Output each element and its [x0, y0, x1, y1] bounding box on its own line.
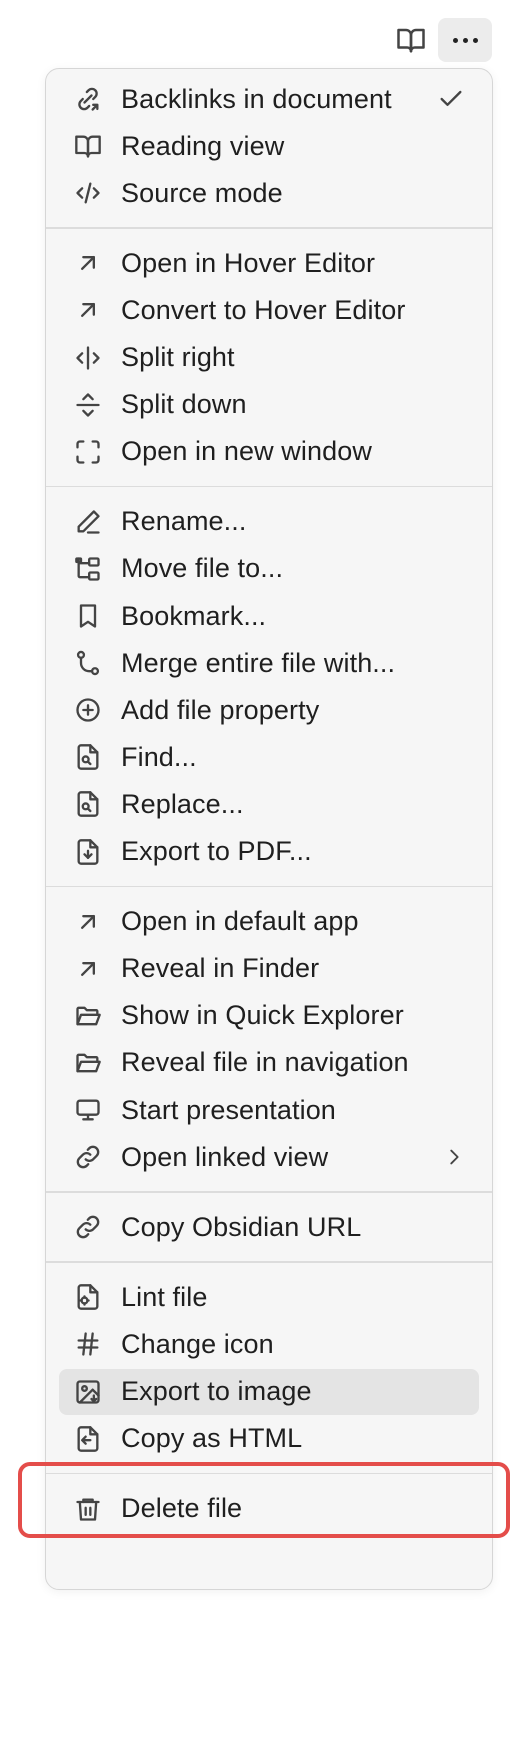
book-open-icon [397, 28, 425, 53]
menu-item-label: Open in new window [121, 436, 372, 467]
file-download-icon [73, 837, 103, 867]
menu-item-label: Reveal in Finder [121, 953, 320, 984]
image-download-icon [73, 1377, 103, 1407]
check-icon [437, 85, 465, 113]
folder-open-icon [73, 1001, 103, 1031]
menu-item-open-in-new-window[interactable]: Open in new window [59, 429, 479, 475]
menu-item-rename[interactable]: Rename... [59, 499, 479, 545]
merge-icon [73, 648, 103, 678]
menu-item-copy-obsidian-url[interactable]: Copy Obsidian URL [59, 1204, 479, 1250]
folder-tree-icon [73, 554, 103, 584]
code-icon [73, 178, 103, 208]
more-options-button[interactable] [438, 18, 492, 62]
menu-item-split-down[interactable]: Split down [59, 382, 479, 428]
menu-item-label: Export to PDF... [121, 836, 312, 866]
menu-item-label: Bookmark... [121, 600, 267, 631]
menu-item-add-file-property[interactable]: Add file property [59, 687, 479, 733]
hash-icon [73, 1329, 103, 1359]
menu-item-reveal-in-finder[interactable]: Reveal in Finder [59, 946, 479, 992]
menu-item-change-icon[interactable]: Change icon [59, 1321, 479, 1367]
menu-separator [46, 1261, 492, 1263]
menu-separator [46, 1191, 492, 1193]
arrow-up-right-icon [73, 248, 103, 278]
menu-item-label: Replace... [121, 788, 244, 819]
menu-item-export-to-pdf[interactable]: Export to PDF... [59, 829, 479, 875]
menu-item-show-in-quick-explorer[interactable]: Show in Quick Explorer [59, 993, 479, 1039]
menu-item-open-in-hover-editor[interactable]: Open in Hover Editor [59, 240, 479, 286]
menu-item-find[interactable]: Find... [59, 734, 479, 780]
file-cog-icon [73, 1282, 103, 1312]
menu-item-label: Source mode [121, 177, 283, 208]
menu-item-start-presentation[interactable]: Start presentation [59, 1087, 479, 1133]
book-open-icon [73, 131, 103, 161]
menu-item-label: Add file property [121, 694, 320, 725]
chevron-right-icon [443, 1146, 465, 1168]
highlight-callout [18, 1462, 510, 1538]
menu-separator [46, 485, 492, 488]
menu-item-label: Split right [121, 342, 235, 372]
bookmark-icon [73, 601, 103, 631]
menu-item-label: Export to image [121, 1376, 312, 1406]
plus-circle-icon [73, 695, 103, 725]
menu-item-export-to-image[interactable]: Export to image [59, 1368, 479, 1415]
menu-item-label: Split down [121, 389, 247, 420]
menu-item-bookmark[interactable]: Bookmark... [59, 593, 479, 639]
menu-item-label: Move file to... [121, 553, 284, 584]
menu-item-source-mode[interactable]: Source mode [59, 170, 479, 216]
menu-item-label: Lint file [121, 1281, 208, 1312]
more-horizontal-icon [452, 37, 478, 43]
maximize-icon [73, 437, 103, 467]
menu-item-label: Merge entire file with... [121, 647, 396, 678]
file-search-icon [73, 742, 103, 772]
arrow-up-right-icon [73, 954, 103, 984]
menu-item-label: Change icon [121, 1328, 274, 1359]
reading-view-button[interactable] [388, 18, 434, 62]
menu-item-move-file-to[interactable]: Move file to... [59, 546, 479, 592]
split-down-icon [73, 390, 103, 420]
menu-item-label: Find... [121, 741, 197, 772]
menu-item-label: Convert to Hover Editor [121, 294, 406, 325]
link-icon [73, 1142, 103, 1172]
menu-item-backlinks-in-document[interactable]: Backlinks in document [59, 76, 479, 122]
menu-item-reading-view[interactable]: Reading view [59, 123, 479, 169]
menu-item-label: Reading view [121, 130, 285, 161]
menu-item-merge-entire-file-with[interactable]: Merge entire file with... [59, 640, 479, 686]
arrow-up-right-icon [73, 295, 103, 325]
menu-item-label: Open in Hover Editor [121, 247, 376, 278]
menu-item-label: Open in default app [121, 906, 359, 937]
menu-separator [46, 885, 492, 888]
menu-item-copy-as-html[interactable]: Copy as HTML [59, 1416, 479, 1462]
file-copy-icon [73, 1424, 103, 1454]
menu-item-replace[interactable]: Replace... [59, 781, 479, 827]
menu-item-label: Reveal file in navigation [121, 1047, 409, 1078]
menu-item-label: Rename... [121, 506, 247, 537]
pencil-icon [73, 507, 103, 537]
menu-item-label: Backlinks in document [121, 83, 392, 114]
monitor-icon [73, 1095, 103, 1125]
menu-item-label: Copy as HTML [121, 1423, 303, 1454]
menu-item-lint-file[interactable]: Lint file [59, 1274, 479, 1320]
menu-item-open-in-default-app[interactable]: Open in default app [59, 899, 479, 945]
folder-open-icon [73, 1048, 103, 1078]
menu-separator [46, 227, 492, 229]
arrow-up-right-icon [73, 907, 103, 937]
menu-item-convert-to-hover-editor[interactable]: Convert to Hover Editor [59, 287, 479, 333]
file-search-icon [73, 789, 103, 819]
link-icon [73, 1212, 103, 1242]
menu-item-label: Copy Obsidian URL [121, 1211, 362, 1242]
split-right-icon [73, 343, 103, 373]
menu-item-open-linked-view[interactable]: Open linked view [59, 1134, 479, 1180]
menu-item-split-right[interactable]: Split right [59, 335, 479, 381]
menu-item-label: Start presentation [121, 1094, 336, 1125]
menu-item-label: Open linked view [121, 1141, 329, 1172]
menu-item-reveal-file-in-navigation[interactable]: Reveal file in navigation [59, 1040, 479, 1086]
context-menu: Backlinks in document Reading view Source … [45, 68, 493, 1590]
menu-item-label: Show in Quick Explorer [121, 1000, 404, 1031]
backlinks-icon [73, 84, 103, 114]
